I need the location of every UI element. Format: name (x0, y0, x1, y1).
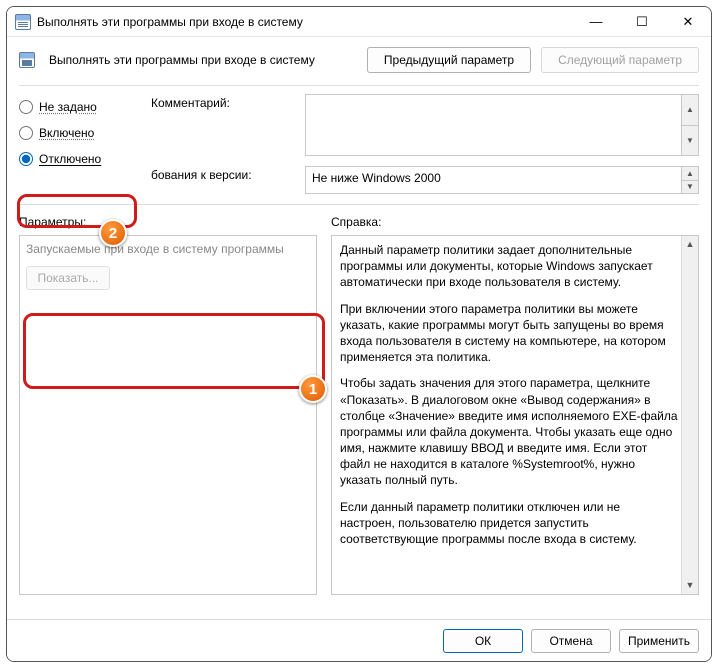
version-row: бования к версии: Не ниже Windows 2000 ▲… (151, 166, 699, 194)
apply-button[interactable]: Применить (619, 629, 699, 653)
radio-not-configured-label: Не задано (39, 100, 97, 114)
close-button[interactable]: ✕ (665, 7, 711, 36)
client-area: Выполнять эти программы при входе в сист… (7, 37, 711, 661)
radio-disabled-label: Отключено (39, 152, 101, 166)
help-paragraph: Если данный параметр политики отключен и… (340, 499, 678, 548)
maximize-button[interactable]: ☐ (619, 7, 665, 36)
state-radios: Не задано Включено Отключено (19, 94, 137, 194)
upper-body: Не задано Включено Отключено Комментарий… (7, 86, 711, 194)
help-paragraph: Чтобы задать значения для этого параметр… (340, 375, 678, 488)
help-column: Справка: Данный параметр политики задает… (331, 215, 699, 595)
titlebar[interactable]: Выполнять эти программы при входе в сист… (7, 7, 711, 37)
radio-enabled-input[interactable] (19, 126, 33, 140)
next-setting-button: Следующий параметр (541, 47, 699, 73)
spin-up-icon[interactable]: ▲ (681, 167, 698, 180)
header-row: Выполнять эти программы при входе в сист… (7, 37, 711, 85)
show-button: Показать... (26, 266, 110, 290)
step-badge-1: 1 (299, 375, 327, 403)
spin-down-icon[interactable]: ▼ (681, 125, 698, 156)
help-section-label: Справка: (331, 215, 699, 229)
dialog-window: Выполнять эти программы при входе в сист… (6, 6, 712, 662)
step-badge-2: 2 (99, 219, 127, 247)
radio-enabled[interactable]: Включено (19, 126, 137, 140)
window-title: Выполнять эти программы при входе в сист… (37, 15, 573, 29)
radio-disabled-input[interactable] (19, 152, 33, 166)
radio-not-configured[interactable]: Не задано (19, 100, 137, 114)
lower-body: Параметры: Запускаемые при входе в систе… (7, 205, 711, 595)
scroll-down-icon[interactable]: ▼ (682, 577, 698, 594)
help-paragraph: При включении этого параметра политики в… (340, 301, 678, 366)
scroll-up-icon[interactable]: ▲ (682, 236, 698, 253)
window-controls: — ☐ ✕ (573, 7, 711, 36)
version-value: Не ниже Windows 2000 (312, 171, 441, 185)
version-label: бования к версии: (151, 166, 297, 182)
spin-down-icon[interactable]: ▼ (681, 180, 698, 194)
radio-disabled[interactable]: Отключено (19, 152, 137, 166)
params-section-label: Параметры: (19, 215, 317, 229)
params-column: Параметры: Запускаемые при входе в систе… (19, 215, 317, 595)
spin-up-icon[interactable]: ▲ (681, 95, 698, 125)
ok-button[interactable]: ОК (443, 629, 523, 653)
radio-not-configured-input[interactable] (19, 100, 33, 114)
version-field: Не ниже Windows 2000 ▲ ▼ (305, 166, 699, 194)
comment-spinner: ▲ ▼ (681, 95, 698, 155)
help-paragraph: Данный параметр политики задает дополнит… (340, 242, 678, 291)
policy-icon (19, 52, 35, 68)
comment-textarea[interactable]: ▲ ▼ (305, 94, 699, 156)
comment-row: Комментарий: ▲ ▼ (151, 94, 699, 156)
params-inner-title: Запускаемые при входе в систему программ… (26, 242, 310, 256)
dialog-footer: ОК Отмена Применить (7, 619, 711, 661)
help-textbox[interactable]: Данный параметр политики задает дополнит… (331, 235, 699, 595)
comment-label: Комментарий: (151, 94, 297, 110)
help-scrollbar[interactable]: ▲ ▼ (681, 236, 698, 594)
params-box: Запускаемые при входе в систему программ… (19, 235, 317, 595)
right-top: Комментарий: ▲ ▼ бования к версии: Не ни… (151, 94, 699, 194)
policy-title: Выполнять эти программы при входе в сист… (49, 53, 357, 67)
version-spinner: ▲ ▼ (681, 167, 698, 193)
prev-setting-button[interactable]: Предыдущий параметр (367, 47, 531, 73)
policy-icon (15, 14, 31, 30)
minimize-button[interactable]: — (573, 7, 619, 36)
radio-enabled-label: Включено (39, 126, 94, 140)
cancel-button[interactable]: Отмена (531, 629, 611, 653)
